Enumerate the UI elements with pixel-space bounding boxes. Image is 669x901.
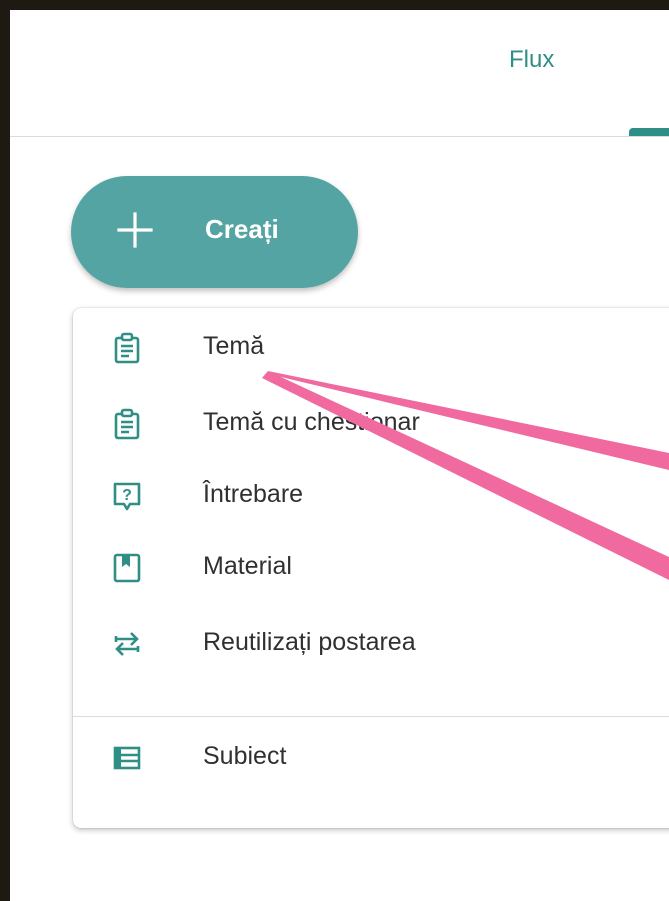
top-bar: Flux [10,10,669,137]
assignment-icon [114,332,140,364]
reuse-icon [114,632,140,656]
create-menu: Temă Temă cu chestionar ? Întrebare Mate… [73,308,669,828]
svg-text:?: ? [122,487,132,504]
quiz-assignment-icon [114,408,140,440]
menu-divider [73,716,669,717]
classroom-page: Flux Creați Temă Temă cu chestionar ? În… [10,10,669,901]
menu-item-question[interactable]: ? Întrebare [73,468,669,524]
create-button[interactable]: Creați [71,176,358,288]
tab-flux[interactable]: Flux [509,46,554,74]
menu-item-topic[interactable]: Subiect [73,730,669,786]
menu-item-label: Subiect [203,742,287,770]
active-tab-indicator [629,128,669,136]
menu-item-reuse-post[interactable]: Reutilizați postarea [73,616,669,672]
menu-item-material[interactable]: Material [73,540,669,596]
material-icon [113,553,141,583]
create-button-label: Creați [205,214,279,244]
plus-icon [117,212,153,248]
menu-item-assignment[interactable]: Temă [73,320,669,376]
menu-item-label: Temă [203,332,265,360]
menu-item-quiz-assignment[interactable]: Temă cu chestionar [73,396,669,452]
menu-item-label: Reutilizați postarea [203,628,416,656]
topic-icon [113,746,141,770]
menu-item-label: Material [203,552,292,580]
menu-item-label: Temă cu chestionar [203,408,420,436]
question-icon: ? [113,482,141,511]
menu-item-label: Întrebare [203,480,304,508]
